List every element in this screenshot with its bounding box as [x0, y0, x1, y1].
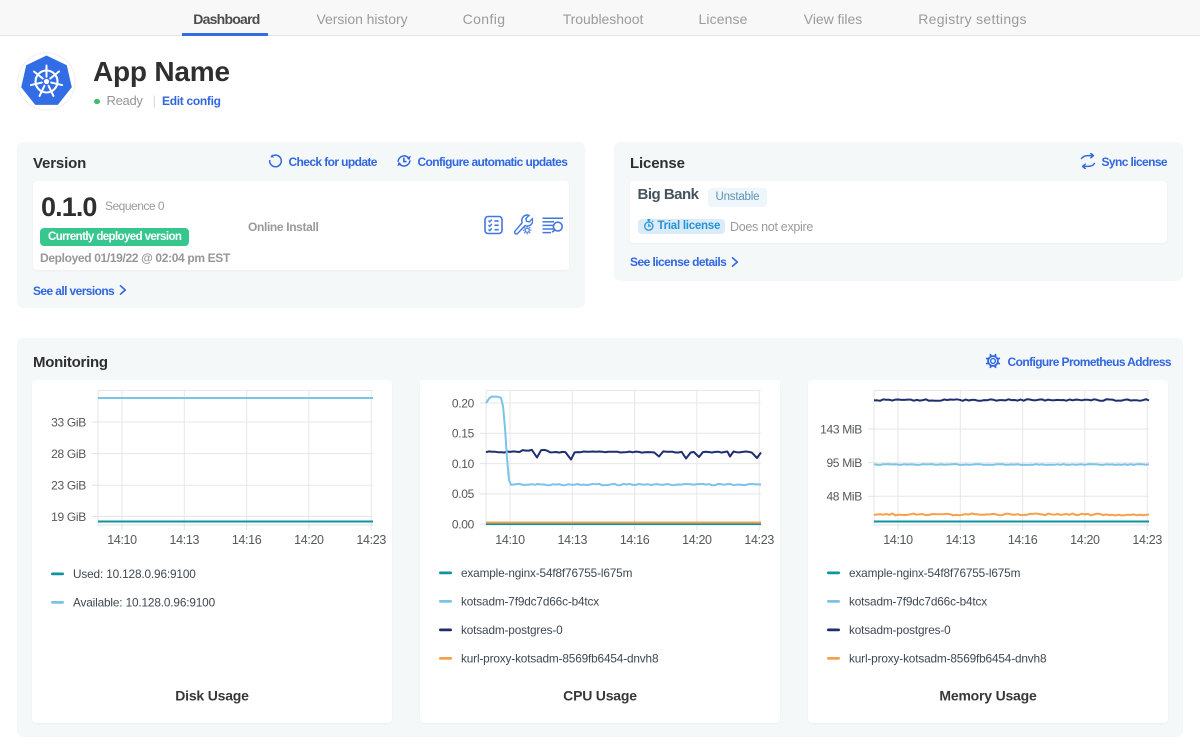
svg-text:33 GiB: 33 GiB	[51, 415, 86, 429]
svg-text:0.05: 0.05	[452, 487, 475, 501]
svg-text:0.00: 0.00	[452, 518, 475, 532]
svg-text:kotsadm-7f9dc7d66c-b4tcx: kotsadm-7f9dc7d66c-b4tcx	[461, 595, 599, 609]
svg-text:95 MiB: 95 MiB	[826, 456, 862, 470]
svg-text:14:10: 14:10	[883, 533, 913, 547]
svg-text:kotsadm-postgres-0: kotsadm-postgres-0	[461, 623, 563, 637]
svg-text:14:20: 14:20	[1070, 533, 1100, 547]
svg-text:14:20: 14:20	[682, 533, 712, 547]
svg-text:14:13: 14:13	[170, 533, 200, 547]
svg-text:kurl-proxy-kotsadm-8569fb6454-: kurl-proxy-kotsadm-8569fb6454-dnvh8	[461, 652, 659, 666]
svg-text:14:13: 14:13	[946, 533, 976, 547]
svg-text:48 MiB: 48 MiB	[826, 490, 862, 504]
svg-text:CPU Usage: CPU Usage	[563, 688, 637, 704]
svg-text:Available: 10.128.0.96:9100: Available: 10.128.0.96:9100	[73, 596, 216, 610]
svg-text:14:20: 14:20	[294, 533, 324, 547]
svg-text:kurl-proxy-kotsadm-8569fb6454-: kurl-proxy-kotsadm-8569fb6454-dnvh8	[849, 652, 1047, 666]
svg-text:14:23: 14:23	[744, 533, 774, 547]
svg-text:14:23: 14:23	[356, 533, 386, 547]
svg-text:14:10: 14:10	[107, 533, 137, 547]
svg-text:example-nginx-54f8f76755-l675m: example-nginx-54f8f76755-l675m	[461, 566, 633, 580]
svg-text:23 GiB: 23 GiB	[51, 479, 86, 493]
svg-text:14:23: 14:23	[1132, 533, 1162, 547]
svg-text:14:16: 14:16	[1008, 533, 1038, 547]
svg-text:Memory Usage: Memory Usage	[939, 688, 1037, 704]
svg-text:28 GiB: 28 GiB	[51, 447, 86, 461]
svg-text:example-nginx-54f8f76755-l675m: example-nginx-54f8f76755-l675m	[849, 566, 1021, 580]
svg-text:14:16: 14:16	[232, 533, 262, 547]
svg-text:0.15: 0.15	[452, 427, 475, 441]
svg-text:14:10: 14:10	[495, 533, 525, 547]
svg-text:143 MiB: 143 MiB	[820, 422, 862, 436]
svg-text:kotsadm-7f9dc7d66c-b4tcx: kotsadm-7f9dc7d66c-b4tcx	[849, 595, 987, 609]
svg-text:14:16: 14:16	[620, 533, 650, 547]
svg-text:14:13: 14:13	[558, 533, 588, 547]
svg-text:Used: 10.128.0.96:9100: Used: 10.128.0.96:9100	[73, 567, 196, 581]
svg-text:0.10: 0.10	[452, 457, 475, 471]
svg-text:Disk Usage: Disk Usage	[175, 688, 249, 704]
svg-text:kotsadm-postgres-0: kotsadm-postgres-0	[849, 623, 951, 637]
svg-text:19 GiB: 19 GiB	[51, 510, 86, 524]
svg-text:0.20: 0.20	[452, 396, 475, 410]
